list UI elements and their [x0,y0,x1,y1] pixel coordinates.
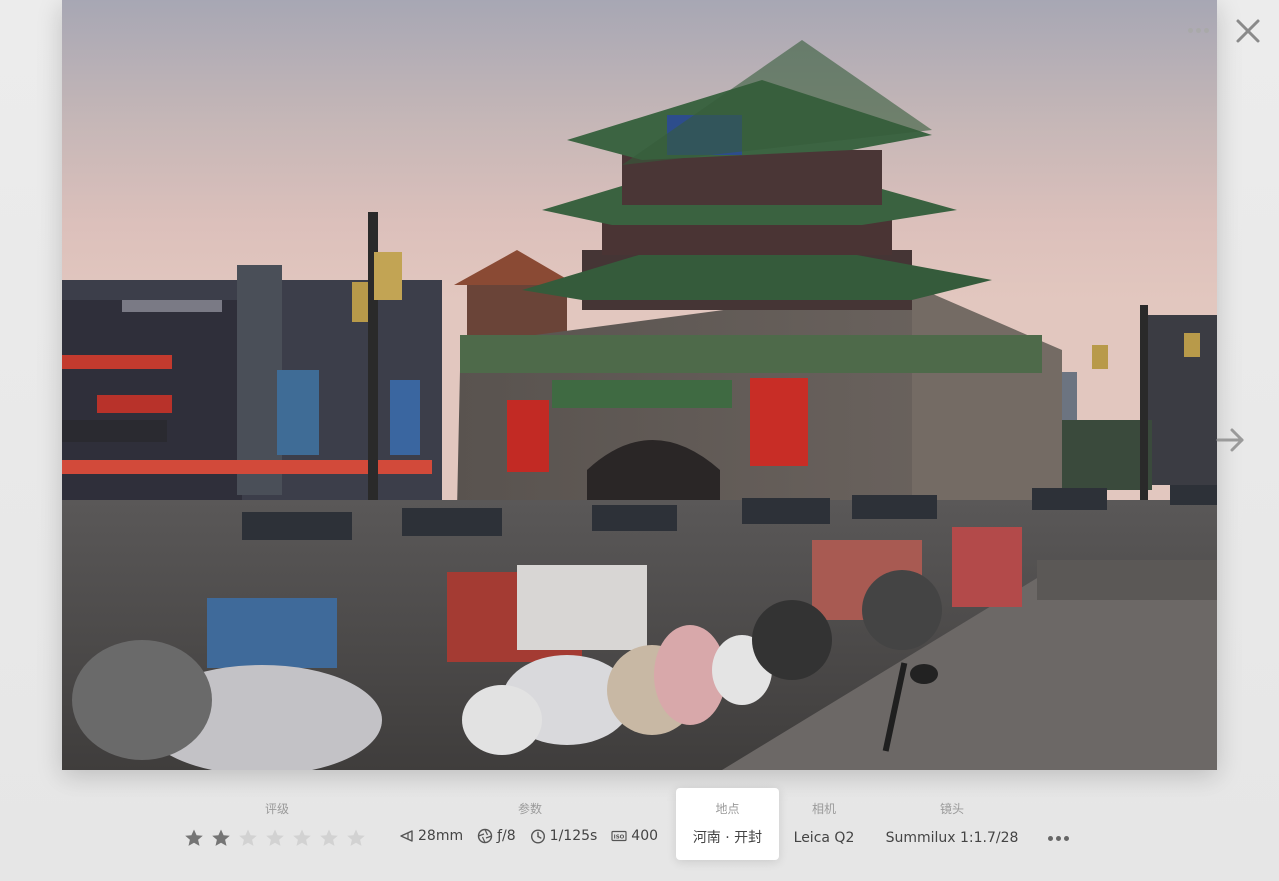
iso-icon: ISO [611,830,627,842]
svg-text:ISO: ISO [614,835,625,841]
rating-stars[interactable] [184,828,366,848]
location-value: 河南 · 开封 [692,830,763,846]
photo-info-bar: 评级 参数 28mm ƒ/8 1/125s ISO 400 地点 河南 · 开封… [0,788,1279,864]
camera-value: Leica Q2 [793,830,855,846]
lens-field: 镜头 Summilux 1:1.7/28 [878,788,1026,860]
iso-value: 400 [631,828,659,844]
aperture-value: ƒ/8 [497,828,516,844]
star-empty-icon[interactable] [265,828,285,848]
focal-length: 28mm [398,828,463,844]
photo-viewer: 评级 参数 28mm ƒ/8 1/125s ISO 400 地点 河南 · 开封… [0,0,1279,881]
aperture: ƒ/8 [477,828,516,844]
lens-value: Summilux 1:1.7/28 [885,830,1019,846]
close-icon [1236,19,1260,43]
more-dot-icon [1195,27,1201,33]
star-filled-icon[interactable] [184,828,204,848]
more-dot-icon [1203,27,1209,33]
shutter: 1/125s [530,828,598,844]
photo[interactable] [62,0,1217,770]
location-field[interactable]: 地点 河南 · 开封 [676,788,779,860]
rating-field: 评级 [184,788,370,860]
more-dot-icon [1047,835,1053,841]
star-filled-icon[interactable] [211,828,231,848]
iso: ISO 400 [611,828,658,844]
more-dot-icon [1187,27,1193,33]
location-label: 地点 [715,802,740,816]
more-dot-icon [1055,835,1061,841]
more-dot-icon [1063,835,1069,841]
camera-field: 相机 Leica Q2 [782,788,866,860]
star-empty-icon[interactable] [292,828,312,848]
rating-label: 评级 [264,802,289,816]
lens-label: 镜头 [939,802,964,816]
params-label: 参数 [517,802,542,816]
info-more-button[interactable] [1046,834,1070,842]
aperture-icon [477,828,493,844]
next-photo-button[interactable] [1212,424,1248,456]
photo-image [62,0,1217,770]
camera-label: 相机 [811,802,836,816]
star-empty-icon[interactable] [346,828,366,848]
focal-length-icon [400,830,413,842]
shutter-value: 1/125s [549,828,598,844]
params-values: 28mm ƒ/8 1/125s ISO 400 [398,828,658,844]
arrow-right-icon [1216,428,1244,452]
star-empty-icon[interactable] [238,828,258,848]
shutter-timer-icon [530,829,545,844]
params-field: 参数 [398,788,662,860]
close-button[interactable] [1232,15,1264,47]
focal-length-value: 28mm [418,828,464,844]
star-empty-icon[interactable] [319,828,339,848]
top-more-button[interactable] [1184,20,1212,40]
